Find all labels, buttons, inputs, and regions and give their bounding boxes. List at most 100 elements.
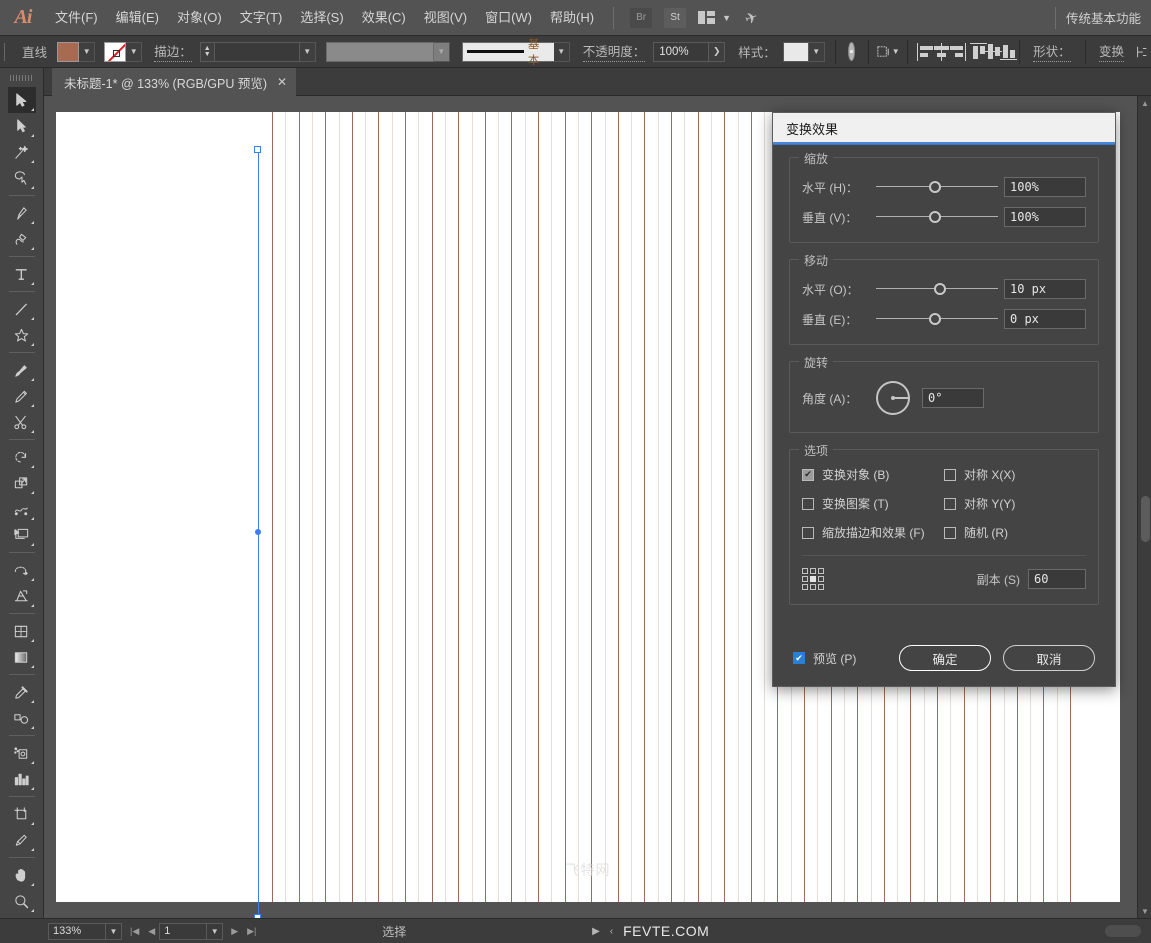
checkbox-random[interactable]: 随机 (R) bbox=[944, 524, 1086, 541]
checkbox-transform-patterns[interactable]: 变换图案 (T) bbox=[802, 495, 944, 512]
reference-point[interactable] bbox=[810, 584, 816, 590]
move-vertical-field[interactable]: 0 px bbox=[1004, 309, 1086, 329]
scale-tool[interactable] bbox=[8, 470, 36, 496]
perspective-grid-tool[interactable] bbox=[8, 583, 36, 609]
transform-link[interactable]: 变换 bbox=[1098, 41, 1124, 62]
move-horizontal-field[interactable]: 10 px bbox=[1004, 279, 1086, 299]
tools-panel-grip[interactable] bbox=[10, 71, 33, 85]
reference-point[interactable] bbox=[818, 568, 824, 574]
reference-point[interactable] bbox=[802, 584, 808, 590]
align-center-horizontal-icon[interactable] bbox=[931, 41, 949, 63]
move-vertical-slider[interactable] bbox=[876, 310, 998, 328]
selection-tool[interactable] bbox=[7, 87, 36, 113]
gradient-tool[interactable] bbox=[8, 644, 36, 670]
brush-definition-preview[interactable]: 基本 bbox=[461, 39, 554, 67]
stroke-weight-dropdown-icon[interactable]: ▼ bbox=[299, 41, 316, 62]
checkbox-reflect-x[interactable]: 对称 X(X) bbox=[944, 466, 1086, 483]
curvature-tool[interactable] bbox=[8, 226, 36, 252]
document-tab[interactable]: 未标题-1* @ 133% (RGB/GPU 预览) ✕ bbox=[52, 68, 297, 96]
reference-point[interactable] bbox=[802, 576, 808, 582]
menu-view[interactable]: 视图(V) bbox=[415, 0, 476, 36]
vertical-scrollbar[interactable]: ▲ ▼ bbox=[1137, 96, 1151, 918]
angle-dial[interactable] bbox=[876, 381, 910, 415]
scale-vertical-slider[interactable] bbox=[876, 208, 998, 226]
pencil-tool[interactable] bbox=[8, 383, 36, 409]
selection-anchor-top[interactable] bbox=[254, 146, 261, 153]
scale-horizontal-field[interactable]: 100% bbox=[1004, 177, 1086, 197]
menu-help[interactable]: 帮助(H) bbox=[541, 0, 603, 36]
reference-point-selector[interactable] bbox=[802, 568, 824, 590]
menu-type[interactable]: 文字(T) bbox=[231, 0, 292, 36]
fill-swatch[interactable] bbox=[57, 41, 80, 62]
reference-point-active[interactable] bbox=[810, 576, 816, 582]
column-graph-tool[interactable] bbox=[8, 766, 36, 792]
menu-file[interactable]: 文件(F) bbox=[46, 0, 107, 36]
align-right-icon[interactable] bbox=[946, 41, 966, 63]
symbol-sprayer-tool[interactable] bbox=[8, 740, 36, 766]
slider-knob[interactable] bbox=[933, 283, 946, 295]
stroke-profile-field[interactable] bbox=[325, 41, 434, 62]
zoom-dropdown-icon[interactable]: ▼ bbox=[106, 922, 122, 940]
align-bottom-icon[interactable] bbox=[998, 41, 1017, 63]
control-bar-grip[interactable] bbox=[4, 42, 8, 61]
paintbrush-tool[interactable] bbox=[8, 357, 36, 383]
stroke-weight-field[interactable] bbox=[213, 41, 300, 62]
type-tool[interactable] bbox=[8, 261, 36, 287]
checkbox-transform-objects[interactable]: 变换对象 (B) bbox=[802, 466, 944, 483]
slice-tool[interactable] bbox=[8, 827, 36, 853]
opacity-field[interactable]: 100% bbox=[653, 41, 710, 62]
checkbox-box[interactable] bbox=[793, 652, 805, 664]
zoom-level-field[interactable]: 133% bbox=[48, 922, 106, 940]
slider-knob[interactable] bbox=[929, 211, 941, 223]
zoom-tool[interactable] bbox=[8, 888, 36, 914]
scrollbar-thumb[interactable] bbox=[1141, 496, 1150, 542]
align-left-icon[interactable] bbox=[916, 41, 933, 63]
line-segment-tool[interactable] bbox=[8, 296, 36, 322]
first-page-icon[interactable]: |◀ bbox=[130, 926, 139, 937]
scale-vertical-field[interactable]: 100% bbox=[1004, 207, 1086, 227]
scroll-down-icon[interactable]: ▼ bbox=[1138, 904, 1151, 918]
scale-horizontal-slider[interactable] bbox=[876, 178, 998, 196]
arrange-documents-icon[interactable]: ▼ bbox=[698, 11, 731, 24]
artboard-tool[interactable] bbox=[8, 801, 36, 827]
eyedropper-tool[interactable] bbox=[8, 679, 36, 705]
rotate-angle-field[interactable]: 0° bbox=[922, 388, 984, 408]
checkbox-reflect-y[interactable]: 对称 Y(Y) bbox=[944, 495, 1086, 512]
brush-dropdown-icon[interactable]: ▼ bbox=[553, 41, 570, 62]
menu-effect[interactable]: 效果(C) bbox=[353, 0, 415, 36]
checkbox-box[interactable] bbox=[944, 526, 956, 539]
reference-point[interactable] bbox=[818, 576, 824, 582]
blend-tool[interactable] bbox=[8, 705, 36, 731]
menu-object[interactable]: 对象(O) bbox=[168, 0, 231, 36]
menu-window[interactable]: 窗口(W) bbox=[476, 0, 541, 36]
align-middle-vertical-icon[interactable] bbox=[983, 41, 1002, 63]
mesh-tool[interactable] bbox=[8, 618, 36, 644]
checkbox-scale-strokes-effects[interactable]: 缩放描边和效果 (F) bbox=[802, 524, 944, 541]
slider-knob[interactable] bbox=[929, 181, 941, 193]
stroke-swatch[interactable] bbox=[104, 41, 127, 62]
bridge-icon[interactable]: Br bbox=[630, 7, 653, 28]
lasso-tool[interactable] bbox=[8, 165, 36, 191]
scroll-up-icon[interactable]: ▲ bbox=[1138, 96, 1151, 110]
rotate-tool[interactable] bbox=[8, 444, 36, 470]
selection-center-point[interactable] bbox=[255, 529, 261, 535]
close-icon[interactable]: ✕ bbox=[277, 75, 287, 89]
status-flyout-icon[interactable]: ▶ bbox=[592, 926, 600, 937]
direct-selection-tool[interactable] bbox=[8, 113, 36, 139]
hand-tool[interactable] bbox=[8, 862, 36, 888]
pen-tool[interactable] bbox=[8, 200, 36, 226]
reference-point[interactable] bbox=[802, 568, 808, 574]
fill-dropdown-icon[interactable]: ▼ bbox=[79, 41, 96, 62]
width-tool[interactable] bbox=[8, 496, 36, 522]
move-horizontal-slider[interactable] bbox=[876, 280, 998, 298]
magic-wand-tool[interactable] bbox=[8, 139, 36, 165]
free-transform-tool[interactable] bbox=[8, 522, 36, 548]
scissors-tool[interactable] bbox=[8, 409, 36, 435]
graphic-style-swatch[interactable] bbox=[782, 41, 809, 62]
checkbox-box[interactable] bbox=[944, 468, 956, 481]
stroke-dropdown-icon[interactable]: ▼ bbox=[126, 41, 143, 62]
opacity-label[interactable]: 不透明度： bbox=[582, 41, 646, 62]
align-top-icon[interactable] bbox=[968, 41, 987, 63]
opacity-flyout-icon[interactable]: ❯ bbox=[709, 41, 726, 62]
menu-edit[interactable]: 编辑(E) bbox=[107, 0, 168, 36]
